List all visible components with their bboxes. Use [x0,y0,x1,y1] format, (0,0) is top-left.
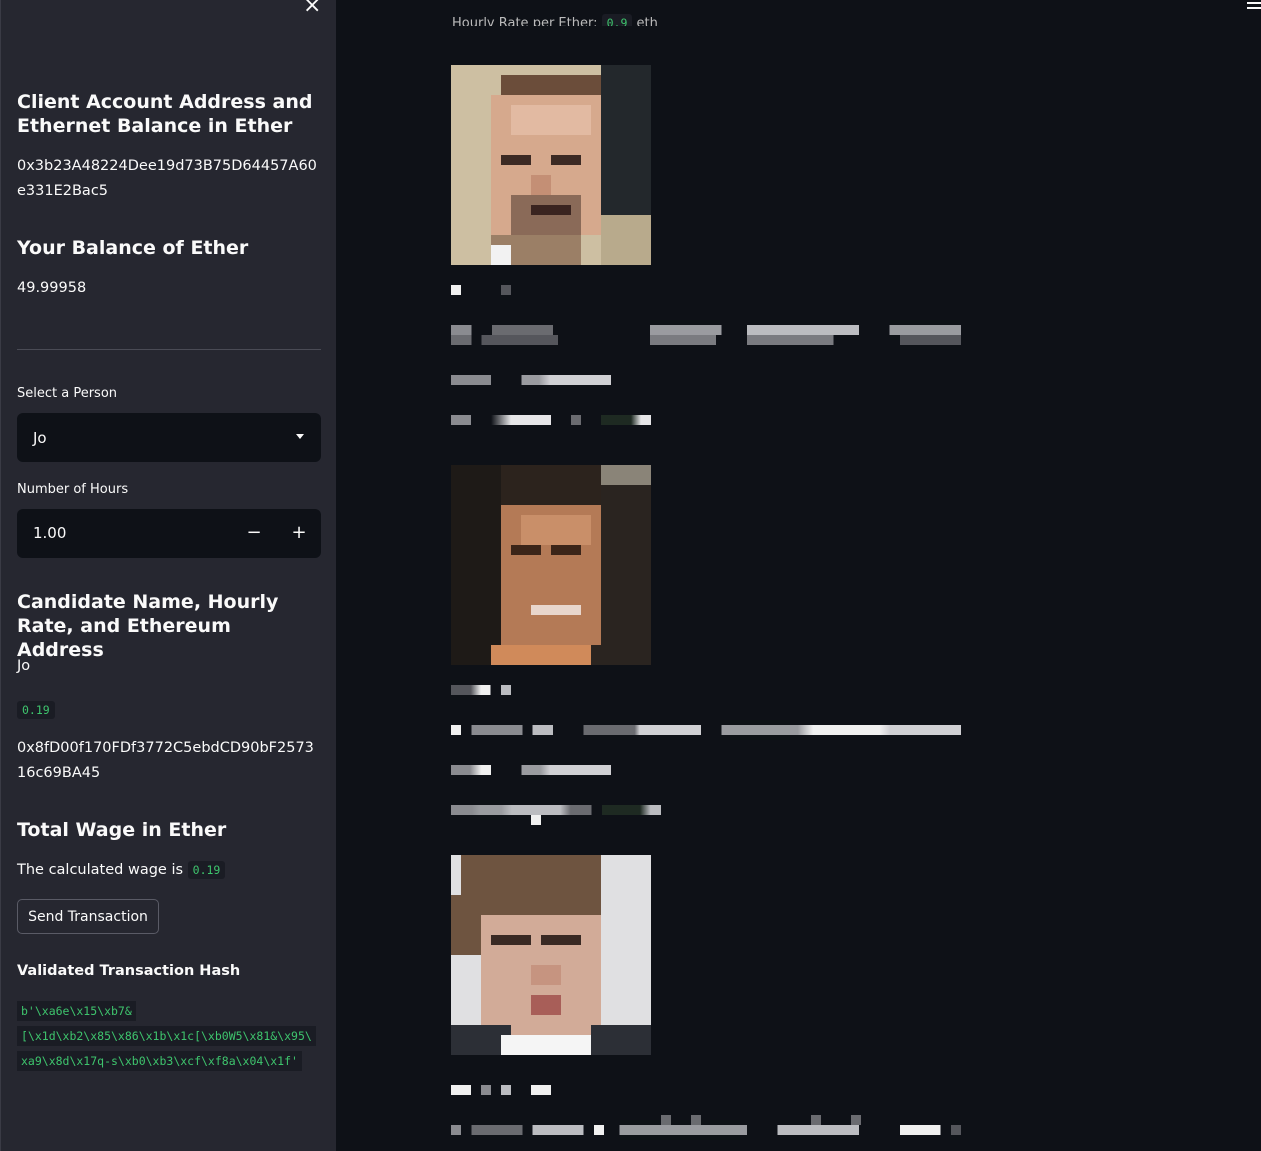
hash-heading: Validated Transaction Hash [17,963,241,979]
select-label: Select a Person [17,386,118,401]
candidate-rate-row: 0.19 [17,699,321,719]
increment-button[interactable]: + [284,518,314,548]
decrement-button[interactable]: − [239,518,269,548]
balance-value: 49.99958 [17,280,87,296]
chevron-down-icon [296,434,304,439]
person-select-value: Jo [33,428,47,447]
rate-line-unit: eth [636,16,658,26]
wage-heading: Total Wage in Ether [17,819,227,841]
candidate-rate-line-cut: Hourly Rate per Ether: 0.9 eth [452,12,658,26]
wage-row: The calculated wage is 0.19 [17,858,321,883]
account-heading: Client Account Address and Ethernet Bala… [17,91,313,137]
hash-line: xa9\x8d\x17q-s\xb0\xb3\xcf\xf8a\x04\x1f' [17,1051,302,1071]
hours-label: Number of Hours [17,482,129,497]
divider [17,349,321,350]
hamburger-menu-icon[interactable] [1247,0,1261,12]
hours-input[interactable]: 1.00 [33,524,66,542]
hash-line: b'\xa6e\x15\xb7& [17,1001,136,1021]
candidate-photo-2 [451,465,651,665]
candidate-rate: 0.19 [17,701,55,719]
hours-stepper[interactable]: 1.00 − + [17,509,321,558]
candidate-photo-1 [451,65,651,265]
wage-value: 0.19 [187,861,226,879]
account-address: 0x3b23A48224Dee19d73B75D64457A60e331E2Ba… [17,158,317,199]
person-select[interactable]: Jo [17,413,321,462]
transaction-hash: b'\xa6e\x15\xb7& [\x1d\xb2\x85\x86\x1b\x… [17,999,321,1074]
candidate-photo-3 [451,855,651,1055]
rate-line-code: 0.9 [601,14,633,26]
wage-text: The calculated wage is [17,862,184,878]
send-transaction-button[interactable]: Send Transaction [17,899,159,934]
rate-line-label: Hourly Rate per Ether: [452,16,598,26]
hash-line: [\x1d\xb2\x85\x86\x1b\x1c[\xb0W5\x81&\x9… [17,1026,316,1046]
candidate-name: Jo [17,658,31,674]
close-icon[interactable]: × [303,0,321,17]
candidate-address: 0x8fD00f170FDf3772C5ebdCD90bF257316c69BA… [17,740,314,781]
balance-heading: Your Balance of Ether [17,237,249,259]
candidate-heading: Candidate Name, Hourly Rate, and Ethereu… [17,591,279,661]
sidebar: × Client Account Address and Ethernet Ba… [0,0,336,1151]
